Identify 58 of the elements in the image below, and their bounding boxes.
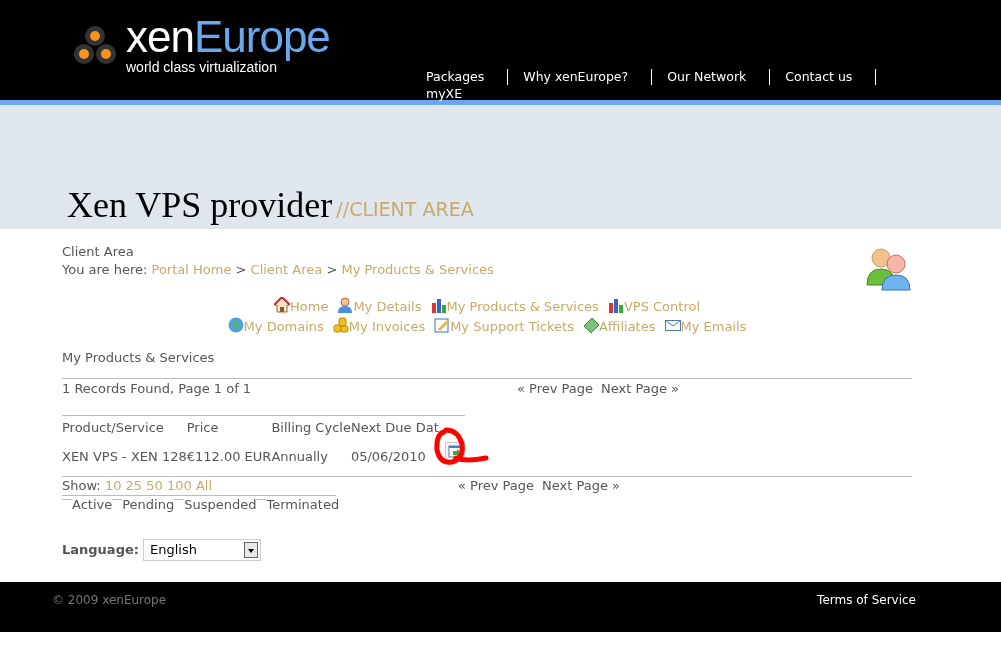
bar-chart-icon [430,297,447,313]
menu-link[interactable]: My Domains [243,317,324,337]
logo-tagline: world class virtualization [126,60,277,75]
records-count: 1 Records Found, Page 1 of 1 [62,380,253,398]
nav-link-item[interactable]: Why xenEurope? [523,68,629,85]
table-cell-text: 05/06/2010 [350,447,427,466]
column-header: Price [186,415,272,438]
menu-link[interactable]: My Emails [680,317,747,337]
column-header: Billing Cycle [271,415,351,438]
status-legend-label: Active [72,496,113,514]
pager-link[interactable]: « Prev Page [458,477,535,495]
copyright-text: © 2009 xenEurope [52,592,167,609]
menu-link[interactable]: Affiliates [598,317,656,337]
status-legend-label: Suspended [184,496,257,514]
menu-link[interactable]: My Products & Services [446,297,599,317]
breadcrumb-label: You are here: [62,262,149,277]
status-legend-label: Pending [122,496,175,514]
users-icon [865,245,913,291]
house-icon [274,297,290,313]
terms-link[interactable]: Terms of Service [817,591,916,632]
table-cell: Annually [271,437,351,466]
page-banner-title: Xen VPS provider [67,187,333,223]
menu-link[interactable]: My Details [353,297,422,317]
language-label: Language: [62,541,139,560]
coins-icon [332,317,349,333]
menu-link[interactable]: My Invoices [348,317,426,337]
pencil-note-icon [434,317,451,333]
envelope-icon [664,317,681,333]
nav-link-item[interactable]: Contact us [785,68,853,85]
column-header: Next Due Dat [350,415,439,438]
person-icon [337,297,354,313]
table-cell-text: XEN VPS - XEN 128 [62,447,187,466]
page-label: Client Area [62,243,135,261]
nav-link-item[interactable]: Our Network [667,68,747,85]
menu-link[interactable]: My Support Tickets [450,317,574,337]
status-legend-label: Terminated [266,496,340,514]
breadcrumb-link[interactable]: My Products & Services [341,262,494,277]
logo-circles-icon [72,24,118,65]
page-banner-subtitle: //CLIENT AREA [336,196,474,222]
menu-link[interactable]: VPS Control [623,297,700,317]
pager-link[interactable]: « Prev Page [517,380,594,398]
logo-name: xenEurope [126,14,330,60]
breadcrumb-separator: > [325,262,339,277]
breadcrumb-link[interactable]: Client Area [250,262,323,277]
bar-chart-icon [607,297,624,313]
show-per-page: Show: 10 25 50 100 All [62,477,213,495]
pager-link[interactable]: Next Page » [601,380,680,398]
column-header: Product/Service [62,415,187,438]
section-title: My Products & Services [62,349,216,367]
menu-link[interactable]: Home [290,297,329,317]
breadcrumb-link[interactable]: Portal Home [151,262,232,277]
table-cell-text: €112.00 EUR [186,447,272,466]
breadcrumb-separator: > [234,262,248,277]
nav-link-item[interactable]: Packages [426,68,485,85]
pager-link[interactable]: Next Page » [542,477,621,495]
language-select[interactable]: English [142,539,261,561]
nav-link-item[interactable]: myXE [426,85,463,102]
globe-icon [227,317,244,333]
